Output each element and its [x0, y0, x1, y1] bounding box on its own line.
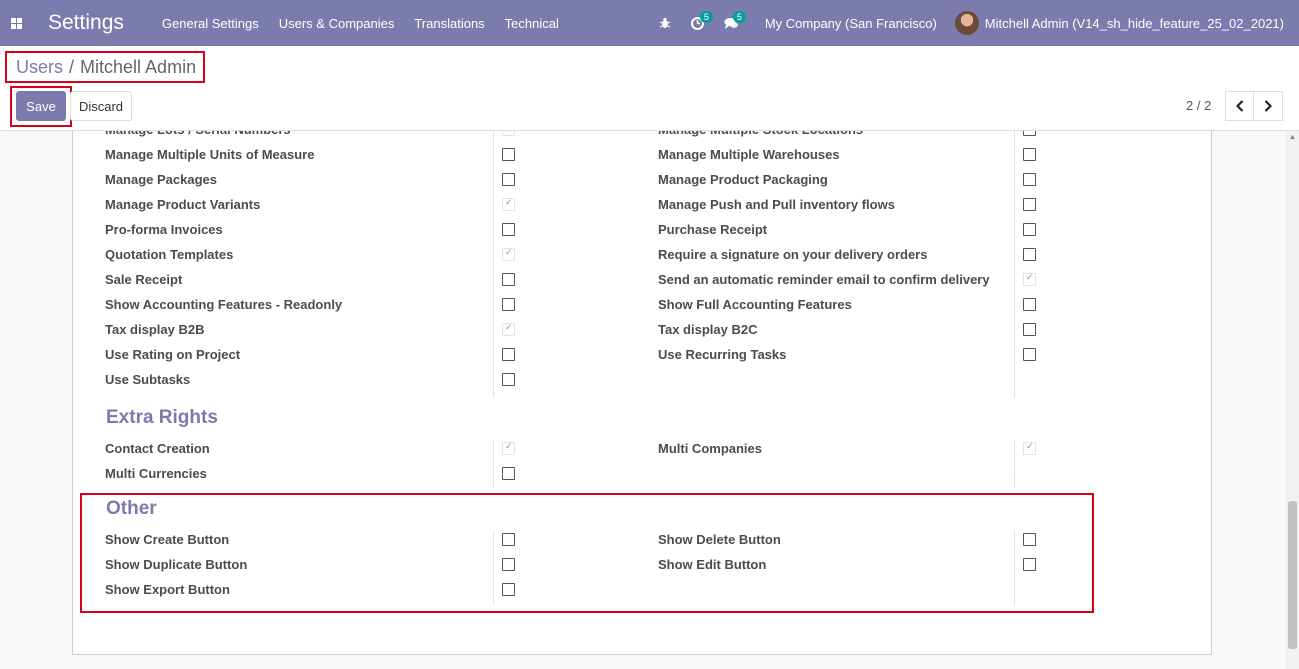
pager-buttons [1225, 91, 1283, 121]
field-label-show-accounting-features-readonly: Show Accounting Features - Readonly [105, 297, 343, 312]
apps-menu-icon[interactable] [0, 0, 32, 46]
company-switcher[interactable]: My Company (San Francisco) [765, 16, 937, 31]
menu-technical[interactable]: Technical [505, 16, 559, 31]
scrollbar-thumb[interactable] [1288, 501, 1297, 649]
scroll-up-arrow-icon[interactable]: ▲ [1289, 134, 1296, 141]
checkbox-pro-forma-invoices[interactable] [502, 223, 515, 236]
checkbox-manage-product-packaging[interactable] [1023, 173, 1036, 186]
column-divider-left [493, 131, 494, 398]
field-label-use-subtasks: Use Subtasks [105, 372, 191, 387]
checkbox-contact-creation[interactable] [502, 441, 515, 455]
field-label-multi-companies: Multi Companies [658, 441, 763, 456]
checkbox-show-full-accounting-features[interactable] [1023, 298, 1036, 311]
checkbox-manage-multiple-warehouses[interactable] [1023, 148, 1036, 161]
navbar-systray: 5 5 My Company (San Francisco) Mitchell … [649, 0, 1299, 46]
checkbox-use-rating-on-project[interactable] [502, 348, 515, 361]
checkbox-manage-multiple-units-of-measure[interactable] [502, 148, 515, 161]
checkbox-show-accounting-features-readonly[interactable] [502, 298, 515, 311]
checkbox-manage-push-and-pull-inventory-flows[interactable] [1023, 198, 1036, 211]
checkbox-multi-currencies[interactable] [502, 467, 515, 480]
field-label-quotation-templates: Quotation Templates [105, 247, 234, 262]
menu-users-companies[interactable]: Users & Companies [279, 16, 395, 31]
breadcrumb-separator: / [69, 56, 75, 77]
checkbox-use-recurring-tasks[interactable] [1023, 348, 1036, 361]
field-label-require-a-signature-on-your-delivery-orders: Require a signature on your delivery ord… [658, 247, 928, 262]
other-section-highlight [80, 493, 1094, 613]
messages-chat-icon[interactable]: 5 [714, 0, 749, 46]
menu-general-settings[interactable]: General Settings [162, 16, 259, 31]
checkbox-require-a-signature-on-your-delivery-orders[interactable] [1023, 248, 1036, 261]
chevron-left-icon[interactable] [1225, 91, 1254, 121]
field-label-use-rating-on-project: Use Rating on Project [105, 347, 241, 362]
checkbox-send-an-automatic-reminder-email-to-confirm-delivery[interactable] [1023, 272, 1036, 286]
field-label-manage-multiple-warehouses: Manage Multiple Warehouses [658, 147, 840, 162]
field-label-multi-currencies: Multi Currencies [105, 466, 207, 481]
checkbox-purchase-receipt[interactable] [1023, 223, 1036, 236]
user-avatar[interactable] [954, 11, 979, 35]
app-title[interactable]: Settings [48, 11, 124, 35]
save-button[interactable]: Save [16, 91, 66, 121]
user-menu[interactable]: Mitchell Admin (V14_sh_hide_feature_25_0… [985, 16, 1284, 31]
field-label-manage-lots-serial-numbers: Manage Lots / Serial Numbers [105, 131, 291, 147]
field-label-send-an-automatic-reminder-email-to-confirm-delivery: Send an automatic reminder email to conf… [658, 272, 990, 287]
field-label-show-full-accounting-features: Show Full Accounting Features [658, 297, 852, 312]
breadcrumb-users-link[interactable]: Users [16, 57, 63, 78]
debug-bug-icon[interactable] [649, 0, 681, 46]
activity-clock-icon[interactable]: 5 [681, 0, 714, 46]
vertical-scrollbar[interactable]: ▲ [1286, 131, 1299, 669]
field-label-manage-product-variants: Manage Product Variants [105, 197, 261, 212]
checkbox-manage-lots-serial-numbers[interactable] [502, 131, 515, 136]
section-title-extra-rights: Extra Rights [106, 407, 218, 428]
field-label-manage-multiple-stock-locations: Manage Multiple Stock Locations [658, 131, 863, 147]
checkbox-sale-receipt[interactable] [502, 273, 515, 286]
checkbox-use-subtasks[interactable] [502, 373, 515, 386]
form-content[interactable]: Manage Lots / Serial NumbersManage Multi… [0, 131, 1286, 669]
message-count-badge: 5 [732, 11, 746, 23]
pager-value[interactable]: 2 / 2 [1186, 98, 1211, 113]
main-menu: General Settings Users & Companies Trans… [162, 16, 579, 31]
field-label-use-recurring-tasks: Use Recurring Tasks [658, 347, 787, 362]
control-panel: Users / Mitchell Admin Save Discard 2 / … [0, 46, 1299, 131]
field-label-sale-receipt: Sale Receipt [105, 272, 183, 287]
field-label-manage-push-and-pull-inventory-flows: Manage Push and Pull inventory flows [658, 197, 895, 212]
field-label-manage-product-packaging: Manage Product Packaging [658, 172, 828, 187]
checkbox-manage-packages[interactable] [502, 173, 515, 186]
field-label-manage-packages: Manage Packages [105, 172, 218, 187]
field-label-contact-creation: Contact Creation [105, 441, 210, 456]
top-navbar: Settings General Settings Users & Compan… [0, 0, 1299, 46]
discard-button[interactable]: Discard [70, 91, 132, 121]
field-label-purchase-receipt: Purchase Receipt [658, 222, 768, 237]
field-label-manage-multiple-units-of-measure: Manage Multiple Units of Measure [105, 147, 315, 162]
menu-translations[interactable]: Translations [414, 16, 484, 31]
breadcrumb-current: Mitchell Admin [80, 56, 197, 77]
field-label-pro-forma-invoices: Pro-forma Invoices [105, 222, 223, 237]
checkbox-tax-display-b2b[interactable] [502, 322, 515, 336]
field-label-tax-display-b2b: Tax display B2B [105, 322, 205, 337]
column-divider-right [1014, 131, 1015, 398]
activity-count-badge: 5 [699, 11, 713, 23]
checkbox-tax-display-b2c[interactable] [1023, 323, 1036, 336]
breadcrumb: Users / Mitchell Admin [5, 51, 205, 83]
checkbox-quotation-templates[interactable] [502, 247, 515, 261]
checkbox-manage-product-variants[interactable] [502, 197, 515, 211]
field-label-tax-display-b2c: Tax display B2C [658, 322, 758, 337]
column-divider-left [493, 440, 494, 488]
checkbox-multi-companies[interactable] [1023, 441, 1036, 455]
column-divider-right [1014, 440, 1015, 488]
checkbox-manage-multiple-stock-locations[interactable] [1023, 131, 1036, 136]
chevron-right-icon[interactable] [1254, 91, 1283, 121]
